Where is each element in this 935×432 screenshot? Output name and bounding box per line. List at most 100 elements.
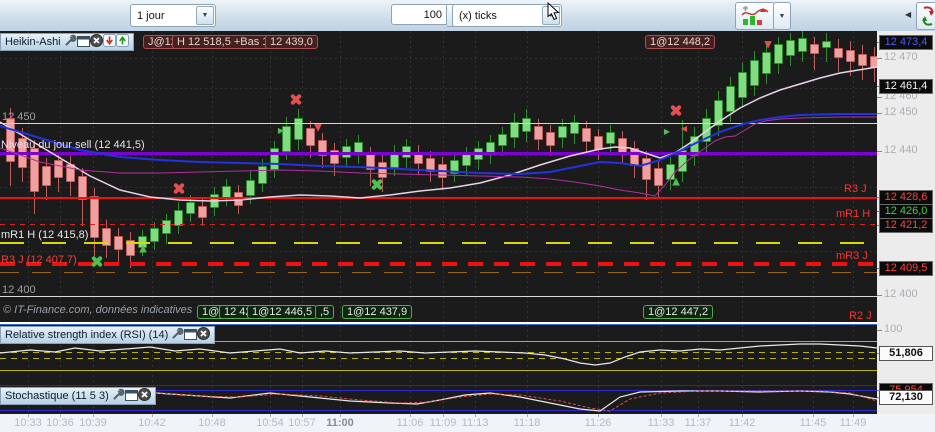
axis-tick [877, 113, 882, 114]
grid-line [212, 31, 213, 322]
add-indicator-button[interactable] [735, 2, 775, 30]
close-icon[interactable] [137, 388, 151, 401]
time-axis[interactable]: 10:33 10:36 10:39 10:42 10:48 10:54 10:57 11:00… [0, 414, 935, 432]
buy-arrow-icon[interactable] [115, 34, 129, 47]
price-level-label: mR1 H (12 415,8) [1, 229, 89, 241]
price-level-label: Niveau du jour sell (12 441,5) [1, 139, 145, 151]
wrench-icon[interactable] [64, 34, 77, 47]
main-chart-plot[interactable]: Heikin-Ashi ▲ ▶ ▼ ▶ ▲ ◀ ▼ 12 450 Niveau du jour … [0, 31, 877, 322]
mouse-cursor [547, 1, 560, 24]
grid-line [0, 187, 877, 188]
time-axis-label: 10:42 [138, 417, 166, 429]
price-level-line [0, 242, 877, 244]
time-axis-label: 10:36 [46, 417, 74, 429]
candle [786, 40, 795, 56]
main-chart-title-icons [64, 34, 129, 50]
stochastic-title: Stochastique (11 5 3) [5, 390, 109, 402]
indicator-line [0, 343, 877, 366]
candle [150, 228, 159, 242]
grid-line [443, 325, 444, 385]
candle [582, 128, 591, 142]
candle [366, 154, 375, 170]
candle [246, 180, 255, 196]
signal-marker [172, 182, 186, 196]
candle [534, 126, 543, 140]
price-axis-value-box: 12 473,4 [879, 35, 933, 50]
signal-marker [90, 255, 104, 269]
chevron-down-icon: ▼ [778, 12, 786, 20]
trade-bubble: ,5 [315, 305, 335, 319]
candle [762, 52, 771, 74]
axis-tick [877, 330, 882, 331]
price-axis-label: 12 450 [884, 106, 918, 118]
order-arrows-button[interactable] [916, 2, 935, 30]
time-axis-label: 11:09 [429, 417, 457, 429]
window-icon[interactable] [184, 329, 198, 340]
grid-line [302, 325, 303, 385]
price-level-label: R2 J [849, 310, 872, 322]
candle [606, 132, 615, 144]
candle [498, 134, 507, 146]
price-axis-value-box: 12 421,2 [879, 218, 933, 233]
sell-arrow-icon[interactable] [102, 34, 116, 47]
price-axis-label: 100 [884, 323, 903, 335]
price-level-line [0, 152, 877, 155]
grid-line [302, 31, 303, 322]
signal-marker: ▲ [136, 240, 150, 256]
candle [558, 126, 567, 138]
trading-platform-window: 1 jour ▼ ▲ ▼ (x) ticks ▼ ▼ ◀ [0, 0, 935, 432]
wrench-icon[interactable] [112, 388, 125, 401]
bar-unit-select[interactable]: (x) ticks ▼ [452, 4, 562, 27]
add-indicator-menu-button[interactable]: ▼ [773, 2, 791, 30]
close-icon[interactable] [89, 34, 103, 47]
price-level-line [0, 358, 877, 359]
main-chart-title: Heikin-Ashi [5, 36, 61, 48]
axis-tick [877, 295, 882, 296]
grid-line [152, 31, 153, 322]
collapse-panel-icon[interactable]: ◀ [905, 10, 911, 19]
price-axis[interactable]: 12 470 12 473,4 12 460 12 461,4 12 450 12 440… [877, 31, 935, 414]
grid-line [698, 325, 699, 385]
time-axis-label: 11:42 [728, 417, 756, 429]
bar-count-input[interactable] [391, 4, 447, 25]
grid-line [598, 31, 599, 322]
time-axis-label: 11:45 [799, 417, 827, 429]
time-axis-label: 10:48 [198, 417, 226, 429]
grid-line [527, 31, 528, 322]
close-icon[interactable] [197, 327, 211, 340]
time-axis-label: 11:33 [647, 417, 675, 429]
trade-bubble: 1@12 447,2 [643, 305, 714, 319]
indicator-line [0, 116, 877, 197]
grid-line [853, 31, 854, 322]
time-axis-label: 11:00 [326, 417, 354, 429]
rsi-plot[interactable]: Relative strength index (RSI) (14) [0, 324, 877, 385]
candle [510, 122, 519, 138]
axis-tick [877, 97, 882, 98]
timeframe-select[interactable]: 1 jour ▼ [130, 4, 216, 27]
price-level-line [0, 123, 877, 124]
timeframe-value: 1 jour [137, 9, 165, 22]
grid-line [0, 219, 877, 220]
grid-line [0, 58, 877, 59]
wrench-icon[interactable] [171, 327, 184, 340]
candle [774, 44, 783, 64]
time-axis-label: 11:13 [461, 417, 489, 429]
candle [198, 206, 207, 218]
chevron-down-icon[interactable]: ▼ [196, 6, 214, 25]
window-icon[interactable] [124, 390, 138, 401]
buy-sell-arrows-icon [922, 6, 934, 26]
candle [450, 160, 459, 174]
price-level-label: mR3 J [836, 250, 868, 262]
grid-line [475, 31, 476, 322]
candle [66, 164, 75, 182]
candle [426, 158, 435, 172]
window-icon[interactable] [76, 36, 90, 47]
candle [54, 160, 63, 178]
candle [546, 132, 555, 146]
stochastic-plot[interactable]: Stochastique (11 5 3) [0, 385, 877, 414]
price-level-label: mR1 H [836, 208, 871, 220]
signal-marker: ◀ [680, 124, 688, 133]
price-axis-value-box: 51,806 [879, 346, 933, 361]
grid-line [270, 325, 271, 385]
time-axis-label: 10:33 [14, 417, 42, 429]
